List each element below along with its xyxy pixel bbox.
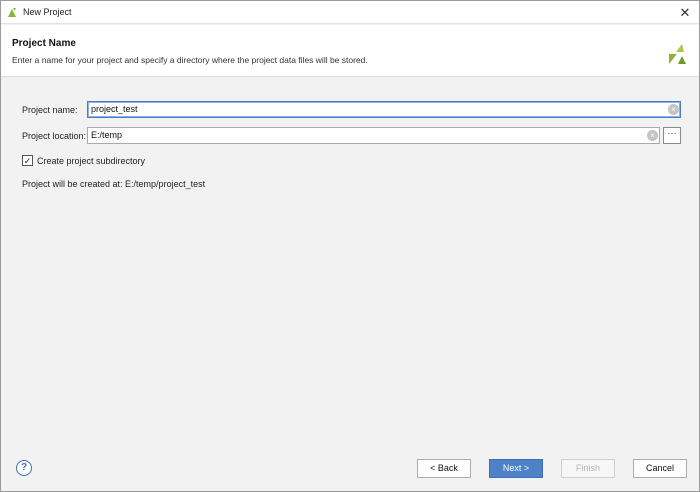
project-name-label: Project name: (22, 105, 78, 115)
project-location-input[interactable]: E:/temp (87, 127, 660, 144)
clear-project-name-icon[interactable]: × (668, 104, 679, 115)
project-location-label: Project location: (22, 131, 87, 141)
app-icon (8, 8, 16, 17)
create-subdirectory-checkbox[interactable]: ✓ (22, 155, 33, 166)
browse-button[interactable]: ··· (663, 127, 681, 144)
page-title: Project Name (12, 38, 76, 49)
project-name-input[interactable]: project_test (87, 101, 681, 118)
page-description: Enter a name for your project and specif… (12, 55, 368, 65)
finish-button[interactable]: Finish (561, 459, 615, 478)
back-button[interactable]: < Back (417, 459, 471, 478)
window-title: New Project (23, 7, 72, 17)
next-button[interactable]: Next > (489, 459, 543, 478)
page-header: Project Name Enter a name for your proje… (1, 25, 699, 77)
xilinx-logo-icon (669, 44, 686, 64)
cancel-button[interactable]: Cancel (633, 459, 687, 478)
clear-project-location-icon[interactable]: × (647, 130, 658, 141)
project-path-preview: Project will be created at: E:/temp/proj… (22, 179, 206, 189)
title-bar: New Project ✕ (1, 1, 699, 24)
help-icon[interactable]: ? (16, 460, 32, 476)
create-subdirectory-label[interactable]: Create project subdirectory (37, 156, 145, 166)
new-project-dialog: New Project ✕ Project Name Enter a name … (0, 0, 700, 492)
close-button[interactable]: ✕ (671, 1, 699, 24)
